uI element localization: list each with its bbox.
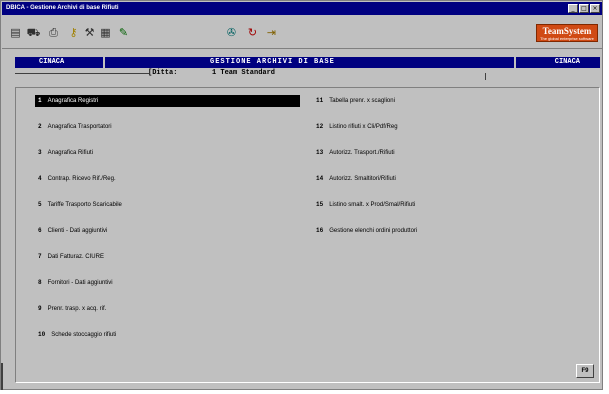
menu-item-15[interactable]: 15 Listino smalt. x Prod/Smal/Rifiuti — [316, 199, 415, 211]
company-row: [Ditta: 1 Team Standard — [15, 68, 600, 80]
menu-item-12[interactable]: 12 Listino rifiuti x Cli/Pdf/Reg — [316, 121, 398, 133]
menu-item-number: 5 — [38, 201, 42, 208]
header-left-label: CINACA — [39, 58, 65, 66]
menu-item-number: 9 — [38, 305, 42, 312]
toolbar: ▤ ⛟ ⎙ ⚷ ⚒ ▦ ✎ ✇ ↻ ⇥ TeamSystem The globa… — [2, 16, 602, 49]
menu-item-2[interactable]: 2 Anagrafica Trasportatori — [35, 121, 112, 133]
menu-item-16[interactable]: 16 Gestione elenchi ordini produttori — [316, 225, 417, 237]
logo-sub-text: The global enterprise software — [540, 36, 594, 41]
divider — [15, 73, 149, 74]
menu-item-number: 13 — [316, 149, 324, 156]
menu-item-label: Fornitori - Dati aggiuntivi — [47, 280, 113, 286]
header-separator — [103, 57, 105, 68]
menu-panel: 1 Anagrafica Registri 2 Anagrafica Traspor… — [15, 87, 600, 383]
teamsystem-logo: TeamSystem The global enterprise softwar… — [536, 24, 598, 42]
menu-item-7[interactable]: 7 Dati Fatturaz. CIURE — [35, 251, 104, 263]
header-separator — [514, 57, 516, 68]
diskette-icon[interactable]: ✇ — [224, 26, 239, 39]
company-label: [Ditta: — [148, 69, 178, 77]
refresh-icon[interactable]: ↻ — [245, 26, 260, 39]
menu-item-label: Anagrafica Trasportatori — [47, 124, 112, 130]
menu-item-6[interactable]: 6 Clienti - Dati aggiuntivi — [35, 225, 107, 237]
logo-main-text: TeamSystem — [542, 26, 592, 36]
page-title: GESTIONE ARCHIVI DI BASE — [210, 58, 335, 66]
menu-item-label: Listino smalt. x Prod/Smal/Rifiuti — [329, 202, 416, 208]
menu-item-number: 10 — [38, 331, 46, 338]
tools-icon[interactable]: ⚒ — [82, 26, 97, 39]
notes-icon[interactable]: ▤ — [8, 26, 23, 39]
exit-icon[interactable]: ⇥ — [264, 26, 279, 39]
divider — [1, 363, 3, 390]
menu-item-label: Anagrafica Rifiuti — [47, 150, 93, 156]
menu-item-label: Tabella prenr. x scaglioni — [329, 98, 395, 104]
menu-item-label: Contrap. Ricevo Rif./Reg. — [47, 176, 116, 182]
window-title: DBICA - Gestione Archivi di base Rifiuti — [6, 5, 119, 11]
minimize-button[interactable]: _ — [568, 4, 578, 13]
menu-item-number: 1 — [38, 97, 42, 104]
menu-item-number: 15 — [316, 201, 324, 208]
menu-item-number: 11 — [316, 97, 324, 104]
printer-icon[interactable]: ⎙ — [46, 26, 61, 39]
menu-item-label: Tariffe Trasporto Scaricabile — [47, 202, 122, 208]
menu-item-label: Autorizz. Smaltitori/Rifiuti — [329, 176, 396, 182]
menu-item-1[interactable]: 1 Anagrafica Registri — [35, 95, 300, 107]
menu-item-9[interactable]: 9 Prenr. trasp. x acq. rif. — [35, 303, 106, 315]
menu-item-label: Gestione elenchi ordini produttori — [329, 228, 418, 234]
menu-item-label: Schede stoccaggio rifiuti — [51, 332, 117, 338]
menu-item-label: Listino rifiuti x Cli/Pdf/Reg — [329, 124, 398, 130]
menu-item-label: Autorizz. Trasport./Rifiuti — [329, 150, 395, 156]
menu-item-number: 8 — [38, 279, 42, 286]
menu-item-number: 14 — [316, 175, 324, 182]
menu-item-5[interactable]: 5 Tariffe Trasporto Scaricabile — [35, 199, 122, 211]
header-bar: CINACA GESTIONE ARCHIVI DI BASE CINACA — [15, 57, 600, 68]
maximize-button[interactable]: □ — [579, 4, 589, 13]
header-right-label: CINACA — [554, 58, 580, 66]
menu-item-14[interactable]: 14 Autorizz. Smaltitori/Rifiuti — [316, 173, 396, 185]
calculator-icon[interactable]: ▦ — [98, 26, 113, 39]
menu-item-number: 6 — [38, 227, 42, 234]
window-controls: _ □ × — [568, 4, 600, 13]
menu-item-number: 7 — [38, 253, 42, 260]
menu-item-number: 12 — [316, 123, 324, 130]
menu-item-8[interactable]: 8 Fornitori - Dati aggiuntivi — [35, 277, 113, 289]
menu-item-4[interactable]: 4 Contrap. Ricevo Rif./Reg. — [35, 173, 116, 185]
menu-item-number: 2 — [38, 123, 42, 130]
menu-item-number: 16 — [316, 227, 324, 234]
menu-item-label: Dati Fatturaz. CIURE — [47, 254, 104, 260]
menu-item-number: 3 — [38, 149, 42, 156]
menu-item-number: 4 — [38, 175, 42, 182]
company-value: 1 Team Standard — [212, 69, 276, 77]
menu-item-13[interactable]: 13 Autorizz. Trasport./Rifiuti — [316, 147, 395, 159]
menu-item-label: Prenr. trasp. x acq. rif. — [47, 306, 107, 312]
title-bar: DBICA - Gestione Archivi di base Rifiuti… — [2, 2, 602, 15]
menu-item-11[interactable]: 11 Tabella prenr. x scaglioni — [316, 95, 395, 107]
menu-item-label: Clienti - Dati aggiuntivi — [47, 228, 108, 234]
menu-item-10[interactable]: 10 Schede stoccaggio rifiuti — [35, 329, 116, 341]
pen-icon[interactable]: ✎ — [116, 26, 131, 39]
menu-item-3[interactable]: 3 Anagrafica Rifiuti — [35, 147, 93, 159]
app-window: DBICA - Gestione Archivi di base Rifiuti… — [0, 0, 603, 390]
close-button[interactable]: × — [590, 4, 600, 13]
f9-button[interactable]: F9 — [576, 364, 594, 378]
divider — [485, 73, 486, 80]
key-icon[interactable]: ⚷ — [66, 26, 81, 39]
car-icon[interactable]: ⛟ — [26, 26, 41, 39]
menu-item-label: Anagrafica Registri — [47, 98, 99, 104]
